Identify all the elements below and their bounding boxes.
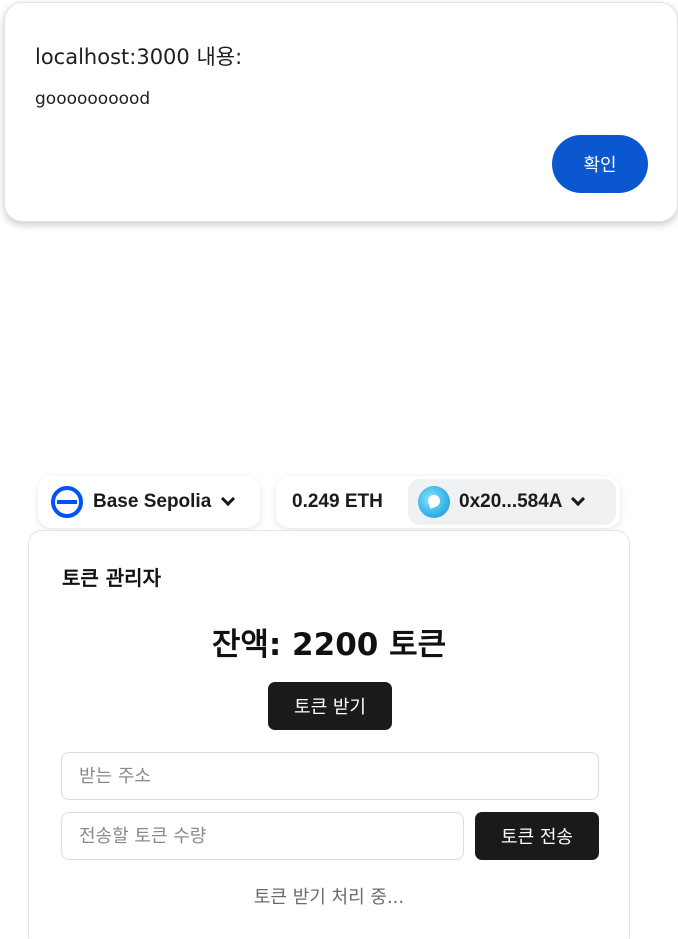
- base-logo-icon: [51, 486, 83, 518]
- alert-dialog: localhost:3000 내용: goooooooood 확인: [4, 2, 678, 222]
- account-pill: 0.249 ETH 0x20...584A: [276, 476, 620, 528]
- account-button[interactable]: 0x20...584A: [408, 479, 616, 525]
- account-address: 0x20...584A: [459, 491, 563, 512]
- chain-selector-button[interactable]: Base Sepolia: [38, 476, 260, 528]
- eth-balance: 0.249 ETH: [292, 491, 383, 512]
- dialog-title: localhost:3000 내용:: [35, 45, 243, 69]
- status-message: 토큰 받기 처리 중...: [253, 887, 405, 908]
- recipient-address-input[interactable]: [61, 752, 599, 800]
- token-manager-card: 토큰 관리자 잔액: 2200 토큰 토큰 받기 토큰 전송 토큰 받기 처리 …: [28, 530, 630, 939]
- dolphin-avatar-icon: [418, 486, 450, 518]
- page: localhost:3000 내용: goooooooood 확인 Base S…: [0, 0, 678, 939]
- chevron-down-icon: [570, 491, 585, 507]
- claim-token-button[interactable]: 토큰 받기: [268, 682, 392, 730]
- send-token-button[interactable]: 토큰 전송: [475, 812, 599, 860]
- chevron-down-icon: [221, 491, 236, 507]
- token-balance: 잔액: 2200 토큰: [211, 627, 447, 663]
- dialog-ok-button[interactable]: 확인: [552, 135, 648, 193]
- token-amount-input[interactable]: [61, 812, 464, 860]
- card-title: 토큰 관리자: [62, 566, 161, 590]
- dialog-message: goooooooood: [35, 89, 151, 109]
- chain-name: Base Sepolia: [93, 491, 212, 512]
